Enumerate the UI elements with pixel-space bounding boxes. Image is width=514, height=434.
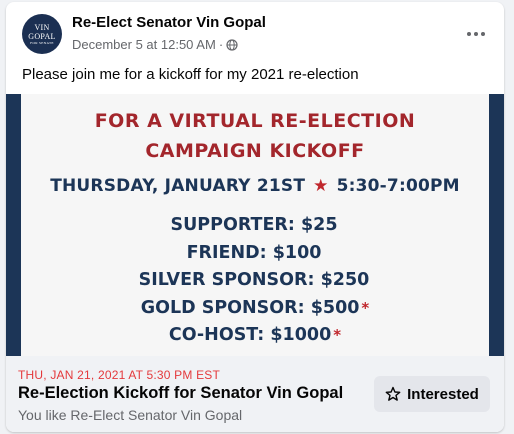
tier-label: CO-HOST: $1000 (168, 325, 332, 345)
tier-item: FRIEND: $100 (21, 240, 489, 268)
tier-item: SUPPORTER: $25 (21, 212, 489, 240)
tier-item: SILVER SPONSOR: $250 (21, 267, 489, 295)
post-text: Please join me for a kickoff for my 2021… (22, 66, 359, 83)
flyer-title-line1: FOR A VIRTUAL RE-ELECTION (94, 110, 416, 132)
avatar-text-for-senate: FOR SENATE (30, 40, 54, 45)
donation-tiers: SUPPORTER: $25 FRIEND: $100 SILVER SPONS… (21, 212, 489, 350)
page-name-link[interactable]: Re-Elect Senator Vin Gopal (72, 14, 266, 31)
tier-item: GOLD SPONSOR: $500 * (21, 295, 489, 323)
event-subtitle: You like Re-Elect Senator Vin Gopal (18, 407, 243, 423)
globe-icon[interactable] (226, 38, 238, 51)
flyer-time: 5:30-7:00PM (336, 176, 460, 196)
tier-label: SUPPORTER: $25 (170, 215, 338, 235)
avatar-text-gopal: GOPAL (28, 31, 56, 41)
flyer-content: FOR A VIRTUAL RE-ELECTION CAMPAIGN KICKO… (21, 94, 489, 356)
avatar[interactable]: VIN GOPAL FOR SENATE (22, 14, 62, 54)
star-icon: ★ (313, 176, 329, 196)
tier-label: SILVER SPONSOR: $250 (138, 270, 370, 290)
tier-label: FRIEND: $100 (186, 242, 322, 263)
post-card: VIN GOPAL FOR SENATE Re-Elect Senator Vi… (6, 2, 504, 432)
star-outline-icon (385, 386, 401, 402)
more-options-icon[interactable] (460, 18, 492, 50)
interested-button[interactable]: Interested (374, 376, 490, 412)
tier-asterisk: * (361, 298, 370, 317)
post-timestamp[interactable]: December 5 at 12:50 AM (72, 37, 216, 52)
flyer-date-row: THURSDAY, JANUARY 21ST ★ 5:30-7:00PM (21, 176, 489, 196)
tier-item: CO-HOST: $1000 * (21, 322, 489, 350)
event-date: THU, JAN 21, 2021 AT 5:30 PM EST (18, 368, 221, 382)
avatar-text-vin: VIN (34, 22, 50, 32)
event-title[interactable]: Re-Election Kickoff for Senator Vin Gopa… (18, 384, 343, 403)
tier-label: GOLD SPONSOR: $500 (140, 297, 360, 318)
tier-asterisk: * (333, 326, 342, 344)
flyer-title-line2: CAMPAIGN KICKOFF (145, 140, 365, 162)
flyer-date: THURSDAY, JANUARY 21ST (50, 176, 306, 196)
post-header: VIN GOPAL FOR SENATE Re-Elect Senator Vi… (6, 2, 504, 62)
meta-separator: · (218, 37, 224, 52)
interested-label: Interested (407, 385, 479, 403)
flyer-image[interactable]: FOR A VIRTUAL RE-ELECTION CAMPAIGN KICKO… (6, 94, 504, 356)
post-meta: December 5 at 12:50 AM · (72, 37, 238, 52)
event-preview[interactable]: THU, JAN 21, 2021 AT 5:30 PM EST Re-Elec… (6, 356, 504, 432)
